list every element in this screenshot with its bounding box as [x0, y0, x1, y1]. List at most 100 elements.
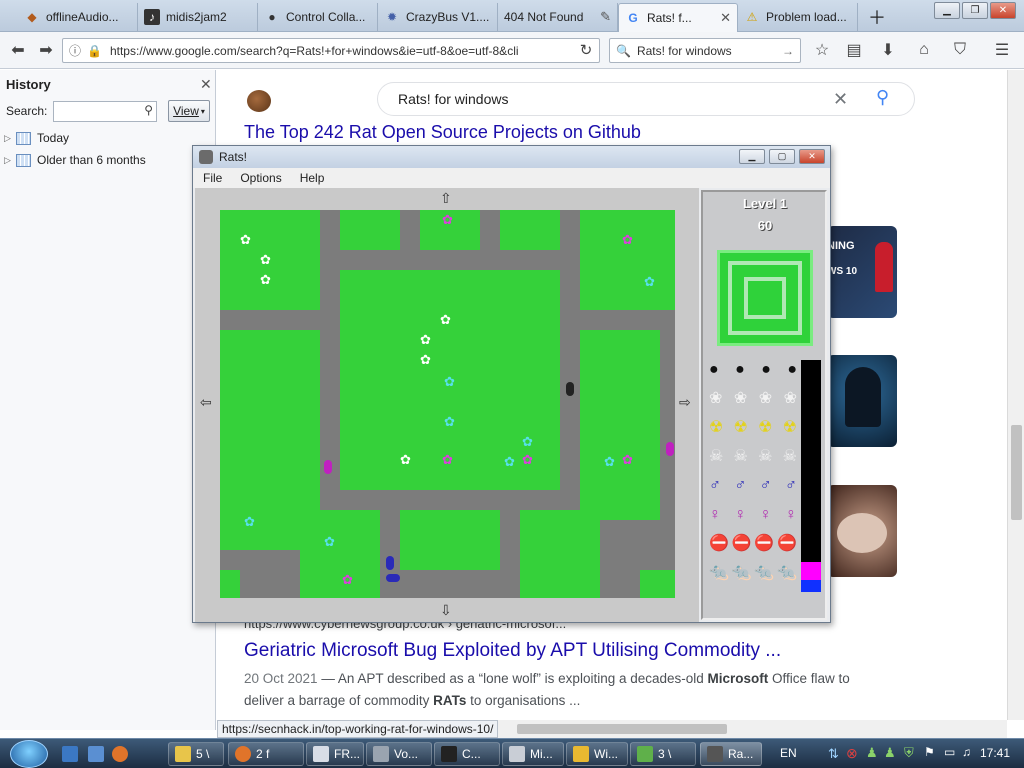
male-sex-change-icon[interactable]: ♂ [785, 476, 797, 496]
close-icon[interactable]: ✕ [200, 76, 212, 93]
menu-help[interactable]: Help [290, 171, 333, 185]
language-indicator[interactable]: EN [780, 746, 797, 760]
female-sex-change-icon[interactable]: ♀ [785, 505, 797, 525]
tray-user-icon[interactable]: ♟ [866, 745, 878, 761]
taskbar-fr[interactable]: FR... [306, 742, 364, 766]
taskbar-rats[interactable]: Ra... [700, 742, 762, 766]
tray-shield-icon[interactable]: ⛨ [904, 745, 914, 761]
tab-problem-loading[interactable]: ⚠ Problem load... [738, 3, 858, 31]
gas-icon[interactable]: ❀ [784, 389, 797, 409]
home-icon[interactable]: ⌂ [912, 38, 936, 62]
taskbar-volume[interactable]: Vo... [366, 742, 432, 766]
radiation-icon[interactable]: ☢ [709, 418, 723, 438]
male-sex-change-icon[interactable]: ♂ [734, 476, 746, 496]
reload-icon[interactable]: ↻ [574, 38, 598, 62]
death-rat-icon[interactable]: 🐀 [709, 563, 729, 583]
tab-control-colla[interactable]: ● Control Colla... [258, 3, 378, 31]
clear-icon[interactable]: ✕ [833, 89, 848, 110]
history-search-input[interactable]: ⚲ [53, 101, 157, 122]
scroll-down-arrow-icon[interactable]: ⇩ [440, 602, 452, 619]
result-thumbnail[interactable]: NING WS 10 [827, 226, 897, 318]
scroll-up-arrow-icon[interactable]: ⇧ [440, 190, 452, 207]
search-icon[interactable]: ⚲ [876, 87, 889, 108]
start-button[interactable] [10, 740, 48, 768]
explorer-quicklaunch-icon[interactable] [88, 742, 110, 766]
result-title-link[interactable]: Geriatric Microsoft Bug Exploited by APT… [244, 640, 781, 662]
taskbar-7zip[interactable]: C... [434, 742, 500, 766]
tab-crazybus[interactable]: ✹ CrazyBus V1.... [378, 3, 498, 31]
result-thumbnail[interactable] [827, 355, 897, 447]
female-sex-change-icon[interactable]: ♀ [760, 505, 772, 525]
stop-sign-icon[interactable]: ⛔ [754, 534, 774, 554]
info-icon[interactable]: ⓘ [69, 42, 81, 59]
menu-file[interactable]: File [193, 171, 230, 185]
female-sex-change-icon[interactable]: ♀ [709, 505, 721, 525]
stop-sign-icon[interactable]: ⛔ [732, 534, 752, 554]
new-tab-button[interactable]: ＋ [862, 3, 892, 31]
scroll-left-arrow-icon[interactable]: ⇦ [200, 394, 212, 411]
history-item-older[interactable]: ▷ Older than 6 months [4, 151, 146, 169]
close-tab-icon[interactable]: ✕ [716, 10, 731, 26]
bomb-icon[interactable]: ● [709, 360, 719, 380]
show-desktop-icon[interactable] [62, 742, 84, 766]
clock[interactable]: 17:41 [980, 746, 1010, 760]
firefox-quicklaunch-icon[interactable] [112, 742, 134, 766]
menu-options[interactable]: Options [230, 171, 289, 185]
bomb-icon[interactable]: ● [761, 360, 771, 380]
maze-field[interactable]: ✿ ✿ ✿ ✿ ✿ ✿ ✿ ✿ ✿ ✿ ✿ ✿ ✿ ✿ ✿ ✿ ✿ ✿ ✿ ✿ … [220, 210, 675, 598]
pocket-icon[interactable]: ⛉ [948, 38, 972, 62]
tray-volume-icon[interactable]: ♫ [962, 745, 971, 759]
stop-sign-icon[interactable]: ⛔ [709, 534, 729, 554]
menu-icon[interactable]: ☰ [990, 38, 1014, 62]
search-bar[interactable]: 🔍 Rats! for windows → [609, 38, 801, 63]
radiation-icon[interactable]: ☢ [758, 418, 772, 438]
view-button[interactable]: View ▾ [168, 100, 210, 122]
vertical-scrollbar[interactable] [1007, 70, 1024, 720]
bookmark-star-icon[interactable]: ☆ [810, 38, 834, 62]
male-sex-change-icon[interactable]: ♂ [709, 476, 721, 496]
male-sex-change-icon[interactable]: ♂ [760, 476, 772, 496]
back-button[interactable]: ⬅ [6, 38, 30, 62]
death-rat-icon[interactable]: 🐀 [754, 563, 774, 583]
scroll-thumb[interactable] [1011, 425, 1022, 520]
poison-icon[interactable]: ☠ [758, 447, 772, 467]
death-rat-icon[interactable]: 🐀 [777, 563, 797, 583]
tab-midis2jam2[interactable]: ♪ midis2jam2 [138, 3, 258, 31]
minimap[interactable] [717, 250, 813, 346]
scroll-right-arrow-icon[interactable]: ⇨ [679, 394, 691, 411]
radiation-icon[interactable]: ☢ [734, 418, 748, 438]
tab-404[interactable]: 404 Not Found ✎ [498, 3, 618, 31]
gas-icon[interactable]: ❀ [709, 389, 722, 409]
minimize-button[interactable]: ▁ [934, 2, 960, 19]
close-button[interactable]: ✕ [799, 149, 825, 164]
tray-flag-icon[interactable]: ⚑ [924, 745, 935, 759]
poison-icon[interactable]: ☠ [783, 447, 797, 467]
google-logo[interactable] [247, 84, 271, 115]
tray-network-icon[interactable]: ⇅ [828, 746, 839, 762]
tab-offlineaudio[interactable]: ◆ offlineAudio... [18, 3, 138, 31]
download-icon[interactable]: ⬇ [876, 38, 900, 62]
minimize-button[interactable]: ▁ [739, 149, 765, 164]
taskbar-group-3[interactable]: 3 \ [630, 742, 696, 766]
bomb-icon[interactable]: ● [735, 360, 745, 380]
expand-icon[interactable]: ▷ [4, 155, 14, 166]
bookmarks-list-icon[interactable]: ▤ [842, 38, 866, 62]
tray-user-icon[interactable]: ♟ [884, 745, 896, 761]
rats-title-bar[interactable]: Rats! ▁ ▢ ✕ [193, 146, 830, 168]
expand-icon[interactable]: ▷ [4, 133, 14, 144]
result-title-link[interactable]: The Top 242 Rat Open Source Projects on … [244, 122, 641, 143]
poison-icon[interactable]: ☠ [709, 447, 723, 467]
gas-icon[interactable]: ❀ [734, 389, 747, 409]
history-item-today[interactable]: ▷ Today [4, 129, 69, 147]
taskbar-midi[interactable]: Mi... [502, 742, 564, 766]
taskbar-firefox[interactable]: 2 f [228, 742, 304, 766]
url-bar[interactable]: ⓘ 🔒 https://www.google.com/search?q=Rats… [62, 38, 600, 63]
result-thumbnail[interactable] [827, 485, 897, 577]
tray-display-icon[interactable]: ▭ [944, 745, 955, 759]
maximize-button[interactable]: ▢ [769, 149, 795, 164]
restore-button[interactable]: ❐ [962, 2, 988, 19]
stop-sign-icon[interactable]: ⛔ [777, 534, 797, 554]
tab-rats-for-windows[interactable]: G Rats! f... ✕ [618, 3, 738, 32]
close-window-button[interactable]: ✕ [990, 2, 1016, 19]
gas-icon[interactable]: ❀ [759, 389, 772, 409]
